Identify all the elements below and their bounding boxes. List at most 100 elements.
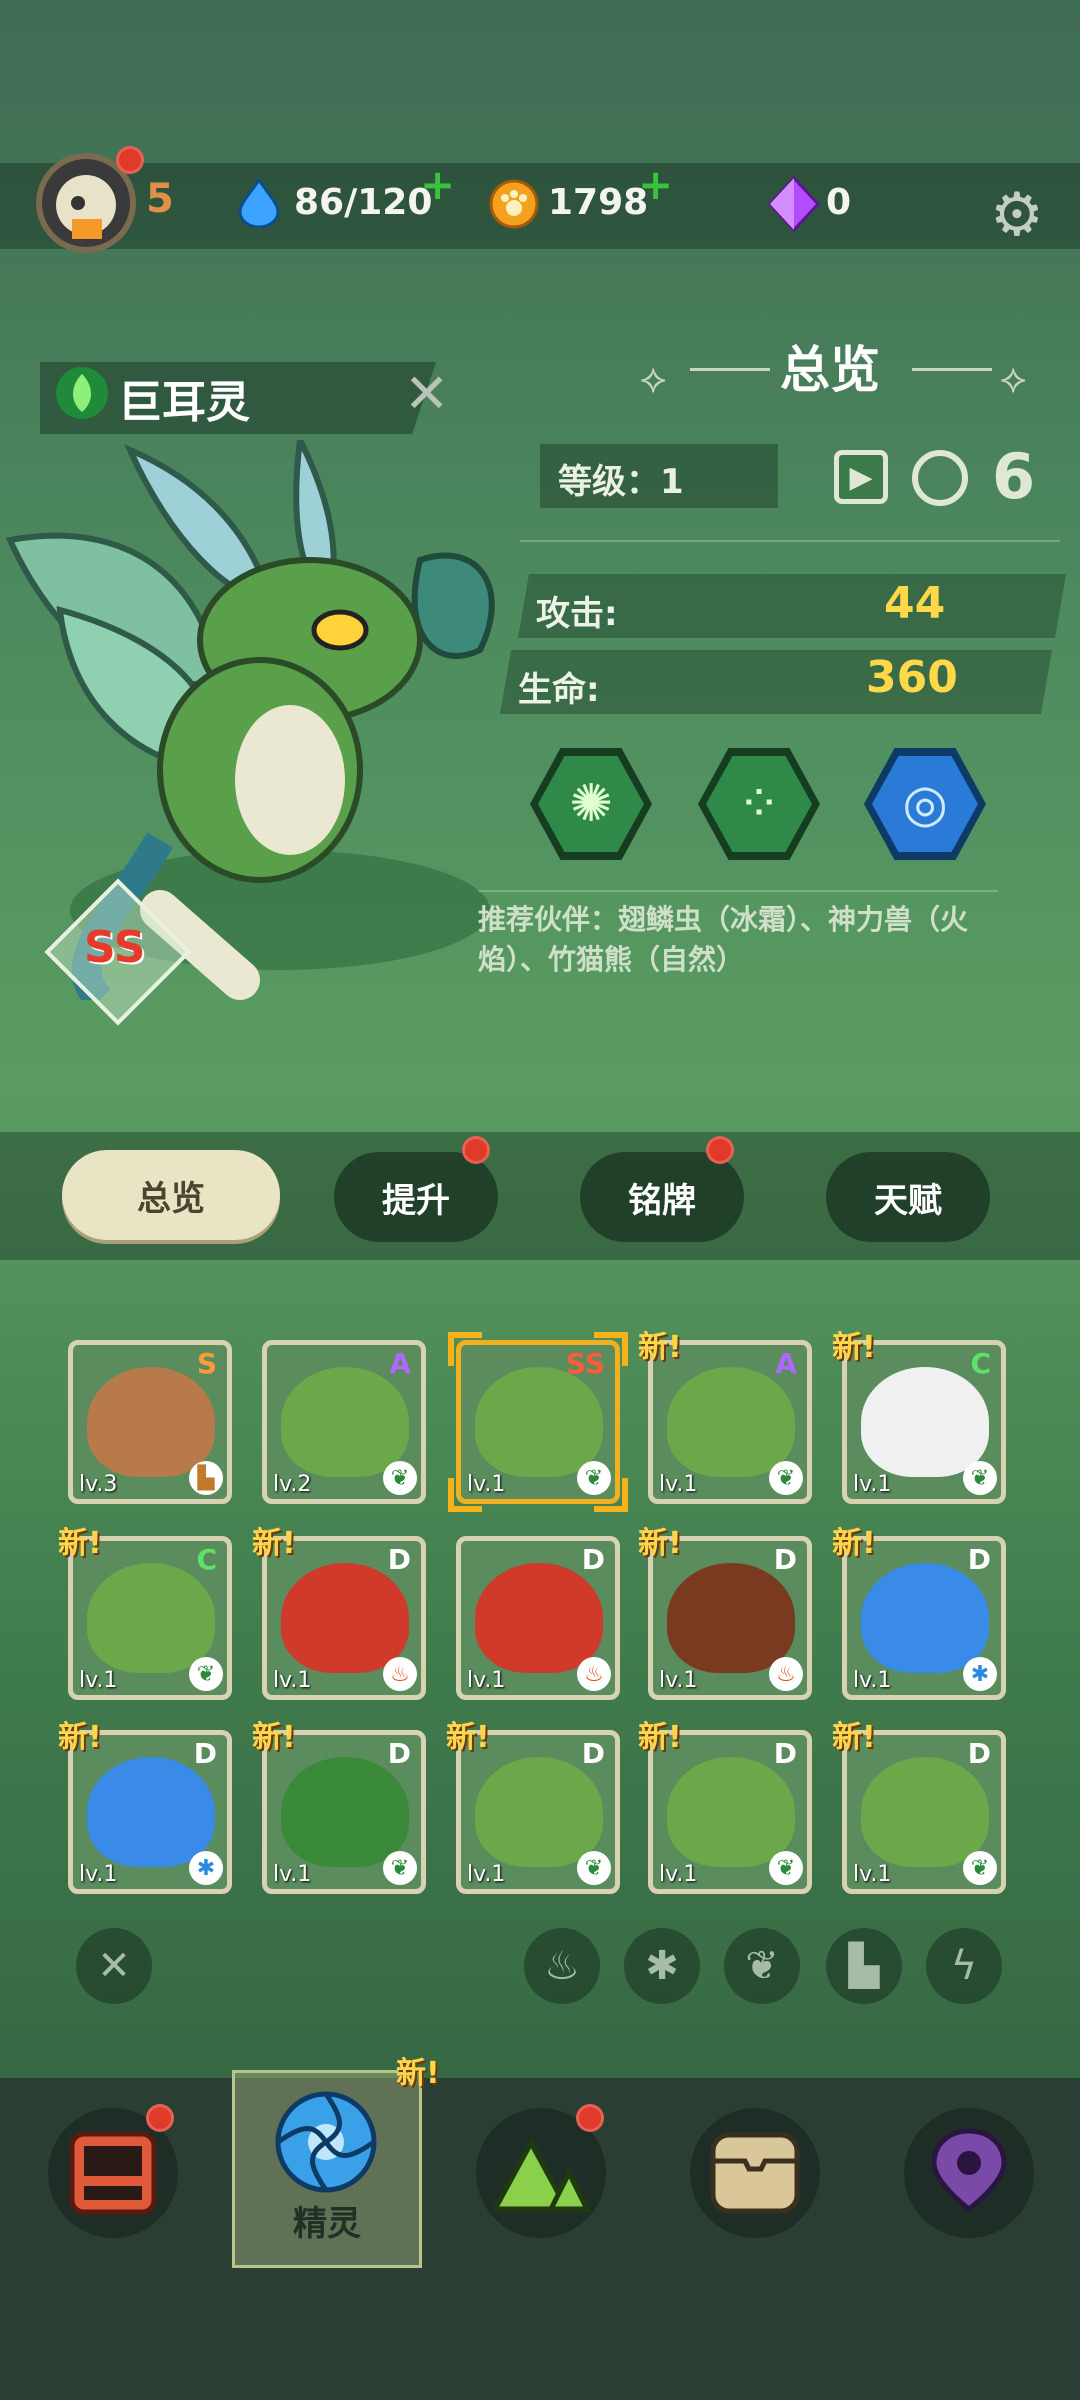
card-rank: D — [581, 1543, 605, 1576]
card-level: lv.1 — [467, 1668, 506, 1693]
leaf-element-icon: ❦ — [189, 1657, 223, 1691]
tab-upgrade[interactable]: 提升 — [334, 1152, 498, 1242]
red-portrait — [281, 1563, 409, 1673]
card-level: lv.1 — [853, 1862, 892, 1887]
section-title: 总览 — [780, 341, 880, 399]
lightning-filter-icon[interactable]: ϟ — [926, 1928, 1002, 2004]
water-value: 86/120 — [294, 182, 433, 223]
card-level: lv.1 — [79, 1668, 118, 1693]
circle-button-icon[interactable] — [912, 450, 968, 506]
card-rank: D — [193, 1737, 217, 1770]
card-level: lv.1 — [467, 1862, 506, 1887]
share-icon[interactable]: 6 — [992, 440, 1035, 513]
level-label: 等级：1 — [558, 462, 684, 502]
fire-filter-icon[interactable]: ♨ — [524, 1928, 600, 2004]
robot-portrait — [667, 1563, 795, 1673]
elf-rank: SS — [84, 922, 146, 973]
selection-corner — [594, 1478, 628, 1512]
nav-chest[interactable] — [690, 2108, 820, 2238]
card-rank: C — [970, 1347, 991, 1380]
card-rank: D — [387, 1737, 411, 1770]
card-level: lv.1 — [273, 1862, 312, 1887]
settings-gear-icon[interactable]: ⚙ — [990, 180, 1044, 250]
skill-vortex[interactable]: ◎ — [864, 748, 986, 860]
seed-drops-icon: ⁘ — [706, 756, 812, 852]
wind-swirl-icon: ✺ — [538, 756, 644, 852]
fire-element-icon: ♨ — [383, 1657, 417, 1691]
avatar-notification-dot — [116, 146, 144, 174]
card-rank: D — [967, 1737, 991, 1770]
play-video-icon[interactable]: ▶ — [834, 450, 888, 504]
elf-card[interactable]: Slv.3 ▙ — [68, 1340, 232, 1504]
new-badge: 新! — [832, 1330, 876, 1365]
coin-value: 1798 — [548, 182, 649, 223]
rabbit-portrait — [87, 1563, 215, 1673]
coin-add-button[interactable]: + — [638, 164, 673, 206]
rabbit-portrait — [861, 1757, 989, 1867]
card-rank: D — [967, 1543, 991, 1576]
tab-nameplate[interactable]: 铭牌 — [580, 1152, 744, 1242]
elf-card[interactable]: Dlv.1 ♨ — [456, 1536, 620, 1700]
dog-portrait — [87, 1367, 215, 1477]
new-badge: 新! — [832, 1526, 876, 1561]
card-level: lv.1 — [273, 1668, 312, 1693]
paw-coin-icon — [488, 178, 540, 234]
fire-element-icon: ♨ — [769, 1657, 803, 1691]
new-badge: 新! — [638, 1720, 682, 1755]
new-badge: 新! — [58, 1526, 102, 1561]
leaf-filter-icon[interactable]: ❦ — [724, 1928, 800, 2004]
ice-filter-icon[interactable]: ✱ — [624, 1928, 700, 2004]
skill-wind[interactable]: ✺ — [530, 748, 652, 860]
red-portrait — [475, 1563, 603, 1673]
deco-left-icon: ⟡ — [640, 356, 667, 402]
divider — [478, 890, 998, 892]
shop-notification-dot — [146, 2104, 174, 2132]
card-rank: S — [196, 1347, 217, 1380]
fire-element-icon: ♨ — [577, 1657, 611, 1691]
tab-overview[interactable]: 总览 — [62, 1150, 280, 1240]
card-level: lv.1 — [659, 1668, 698, 1693]
card-level: lv.1 — [853, 1668, 892, 1693]
elf-illustration — [0, 429, 520, 1011]
rabbit-portrait — [281, 1367, 409, 1477]
chest-icon — [710, 2132, 800, 2214]
deco-line-right — [912, 368, 992, 371]
card-rank: D — [773, 1543, 797, 1576]
purple-gem-icon — [767, 175, 821, 236]
ice-element-icon: ✱ — [189, 1851, 223, 1885]
card-rank: A — [775, 1347, 797, 1380]
earth-filter-icon[interactable]: ▙ — [826, 1928, 902, 2004]
card-level: lv.1 — [853, 1472, 892, 1497]
card-level: lv.1 — [659, 1862, 698, 1887]
selection-corner — [448, 1478, 482, 1512]
panda-portrait — [861, 1367, 989, 1477]
leaf-element-icon: ❦ — [963, 1851, 997, 1885]
nav-map[interactable] — [904, 2108, 1034, 2238]
card-level: lv.3 — [79, 1472, 118, 1497]
leaf-element-icon: ❦ — [383, 1851, 417, 1885]
skill-seeds[interactable]: ⁘ — [698, 748, 820, 860]
card-rank: D — [387, 1543, 411, 1576]
new-badge: 新! — [252, 1720, 296, 1755]
tab-talent[interactable]: 天赋 — [826, 1152, 990, 1242]
leaf-element-icon: ❦ — [577, 1851, 611, 1885]
card-rank: A — [389, 1347, 411, 1380]
new-badge: 新! — [58, 1720, 102, 1755]
earth-element-icon: ▙ — [189, 1461, 223, 1495]
water-add-button[interactable]: + — [420, 164, 455, 206]
deco-right-icon: ⟡ — [1000, 356, 1027, 402]
rabbit-portrait — [475, 1367, 603, 1477]
nav-new-badge: 新! — [396, 2056, 440, 2091]
leaf-element-icon: ❦ — [963, 1461, 997, 1495]
new-badge: 新! — [446, 1720, 490, 1755]
water-drop-icon — [236, 177, 282, 232]
nameplate-notification-dot — [706, 1136, 734, 1164]
elf-icon — [274, 2090, 378, 2198]
rabbit-portrait — [667, 1757, 795, 1867]
close-icon[interactable]: ✕ — [404, 362, 449, 425]
new-badge: 新! — [252, 1526, 296, 1561]
elf-card[interactable]: Alv.2 ❦ — [262, 1340, 426, 1504]
clear-filter-icon[interactable]: ✕ — [76, 1928, 152, 2004]
selection-corner — [448, 1332, 482, 1366]
card-rank: C — [196, 1543, 217, 1576]
